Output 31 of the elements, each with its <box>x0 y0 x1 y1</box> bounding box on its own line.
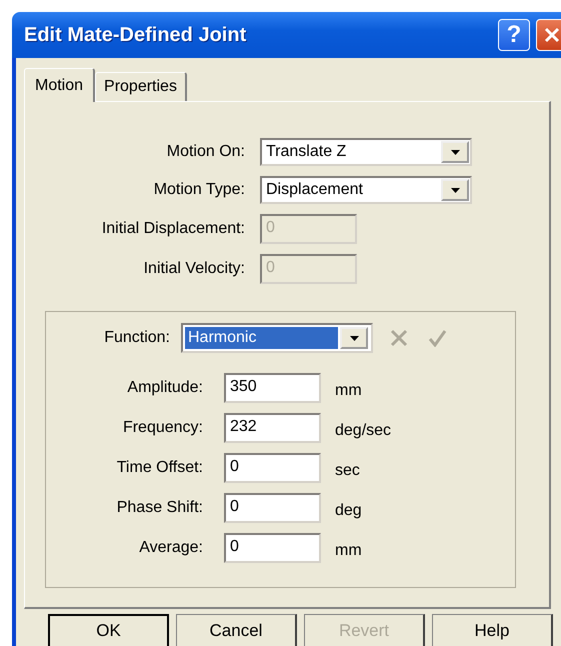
dropdown[interactable]: Translate Z <box>260 138 472 166</box>
field-label: Motion Type: <box>152 181 245 199</box>
field-label: Frequency: <box>122 419 203 437</box>
unit-label: deg/sec <box>335 422 392 440</box>
dialog-button[interactable]: Cancel <box>176 614 297 646</box>
dropdown-value: Harmonic <box>185 327 338 349</box>
input-field[interactable]: 0 <box>224 493 321 523</box>
dialog-button[interactable]: OK <box>48 614 169 646</box>
unit-label: sec <box>335 462 360 480</box>
tab[interactable]: Motion <box>24 68 96 102</box>
input-field[interactable]: 0 <box>224 453 321 483</box>
input-field[interactable]: 0 <box>224 533 321 563</box>
field-label: Phase Shift: <box>116 499 203 517</box>
input-field[interactable]: 232 <box>224 413 321 443</box>
field-label: Initial Displacement: <box>100 220 245 238</box>
input-field[interactable]: 350 <box>224 373 321 403</box>
unit-label: deg <box>335 502 362 520</box>
field-label: Amplitude: <box>126 379 203 397</box>
tab[interactable]: Properties <box>95 72 187 101</box>
window-title: Edit Mate-Defined Joint <box>24 24 248 46</box>
dropdown[interactable]: Displacement <box>260 176 472 204</box>
field-label: Motion On: <box>166 143 245 161</box>
dropdown[interactable]: Harmonic <box>181 323 373 353</box>
field-label: Function: <box>103 329 170 347</box>
field-label: Average: <box>138 539 203 557</box>
unit-label: mm <box>335 542 362 560</box>
field-label: Initial Velocity: <box>142 260 245 278</box>
field-label: Time Offset: <box>116 459 203 477</box>
help-button[interactable]: ? <box>498 19 530 51</box>
unit-label: mm <box>335 382 362 400</box>
dialog-button[interactable]: Help <box>432 614 553 646</box>
